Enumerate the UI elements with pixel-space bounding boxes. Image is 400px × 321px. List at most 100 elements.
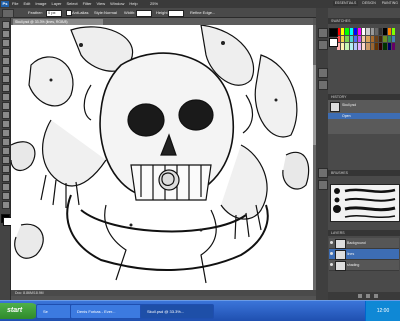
swatch-color[interactable] [345,35,349,43]
swatch-color[interactable] [387,35,391,43]
swatch-color[interactable] [374,28,379,35]
eraser-tool-icon[interactable] [2,111,10,119]
swatch-color[interactable] [349,35,353,43]
swatch-color[interactable] [366,43,370,50]
actions-panel-icon[interactable] [318,40,328,50]
pen-tool-icon[interactable] [2,147,10,155]
menu-layer[interactable]: Layer [51,1,61,7]
marquee-tool-icon[interactable] [2,30,10,38]
eye-icon[interactable] [330,241,333,244]
style-value[interactable]: Normal [104,9,117,16]
eyedropper-tool-icon[interactable] [2,66,10,74]
history-panel-icon[interactable] [318,28,328,38]
swatch-foreground[interactable] [329,28,338,37]
menu-window[interactable]: Window [110,1,124,7]
gradient-tool-icon[interactable] [2,120,10,128]
swatch-color[interactable] [383,35,387,43]
canvas[interactable] [11,25,313,290]
swatch-color[interactable] [370,35,374,43]
clone-stamp-tool-icon[interactable] [2,93,10,101]
type-tool-icon[interactable] [2,156,10,164]
menu-select[interactable]: Select [67,1,78,7]
history-snapshot-thumb[interactable] [330,102,340,112]
zoom-tool-icon[interactable] [2,201,10,209]
swatch-color[interactable] [358,35,362,43]
brush-preset-list[interactable] [330,184,400,222]
height-input[interactable] [168,10,184,17]
quick-select-tool-icon[interactable] [2,48,10,56]
path-select-tool-icon[interactable] [2,165,10,173]
delete-layer-icon[interactable] [374,294,378,298]
menu-image[interactable]: Image [35,1,46,7]
swatch-color[interactable] [362,35,366,43]
swatch-color[interactable] [345,43,349,50]
clone-source-panel-icon[interactable] [318,80,328,90]
3d-rotate-tool-icon[interactable] [2,183,10,191]
swatch-color[interactable] [383,28,387,35]
swatch-color[interactable] [379,35,383,43]
swatch-color[interactable] [370,43,374,50]
menu-filter[interactable]: Filter [83,1,92,7]
swatch-color[interactable] [370,28,374,35]
history-item-open-row[interactable]: Open [328,113,400,119]
marquee-tool-icon[interactable] [2,9,14,18]
workspace-painting[interactable]: PAINTING [380,1,400,6]
character-panel-icon[interactable] [318,180,328,190]
swatch-color[interactable] [341,28,345,35]
swatch-color[interactable] [341,43,345,50]
swatch-color[interactable] [374,35,379,43]
workspace-design[interactable]: DESIGN [360,1,377,6]
move-tool-icon[interactable] [2,21,10,29]
swatch-color[interactable] [379,43,383,50]
taskbar-item[interactable]: Se [36,304,74,319]
swatch-color[interactable] [366,35,370,43]
refine-edge-button[interactable]: Refine Edge... [190,9,215,16]
swatch-color[interactable] [374,43,379,50]
start-button[interactable]: start [0,303,39,319]
history-item-snapshot[interactable]: Skull.psd [342,103,356,107]
brushes-panel-icon[interactable] [318,68,328,78]
swatch-color[interactable] [358,28,362,35]
swatch-color[interactable] [345,28,349,35]
swatch-color[interactable] [362,28,366,35]
width-input[interactable] [136,10,152,17]
hand-tool-icon[interactable] [2,192,10,200]
menu-view[interactable]: View [97,1,106,7]
swatch-color[interactable] [387,28,391,35]
eye-icon[interactable] [330,263,333,266]
swatch-background[interactable] [329,38,338,47]
swatch-color[interactable] [383,43,387,50]
swatch-color[interactable] [391,43,395,50]
crop-tool-icon[interactable] [2,57,10,65]
eye-icon[interactable] [330,252,333,255]
workspace-essentials[interactable]: ESSENTIALS [332,1,359,6]
swatch-color[interactable] [391,28,395,35]
swatch-color[interactable] [349,28,353,35]
healing-brush-tool-icon[interactable] [2,75,10,83]
swatch-color[interactable] [353,35,358,43]
swatch-color[interactable] [379,28,383,35]
layer-row[interactable]: Background [329,238,399,249]
menu-edit[interactable]: Edit [23,1,30,7]
swatch-color[interactable] [362,43,366,50]
layer-row[interactable]: shading [329,260,399,271]
brush-tool-icon[interactable] [2,84,10,92]
shape-tool-icon[interactable] [2,174,10,182]
lasso-tool-icon[interactable] [2,39,10,47]
swatch-color[interactable] [341,35,345,43]
swatch-color[interactable] [387,43,391,50]
menu-help[interactable]: Help [129,1,137,7]
layers-header[interactable]: LAYERS [328,230,400,236]
history-brush-tool-icon[interactable] [2,102,10,110]
adjustment-layer-icon[interactable] [366,294,370,298]
taskbar-item[interactable]: Denis Forkas - Ever... [70,304,144,319]
swatch-color[interactable] [366,28,370,35]
dodge-tool-icon[interactable] [2,138,10,146]
swatch-color[interactable] [391,35,395,43]
swatch-color[interactable] [353,28,358,35]
menu-file[interactable]: File [12,1,18,7]
swatch-color[interactable] [353,43,358,50]
taskbar-item-active[interactable]: Skull.psd @ 33.3%... [140,304,214,319]
zoom-level[interactable]: 25% [150,1,158,7]
swatch-color[interactable] [349,43,353,50]
